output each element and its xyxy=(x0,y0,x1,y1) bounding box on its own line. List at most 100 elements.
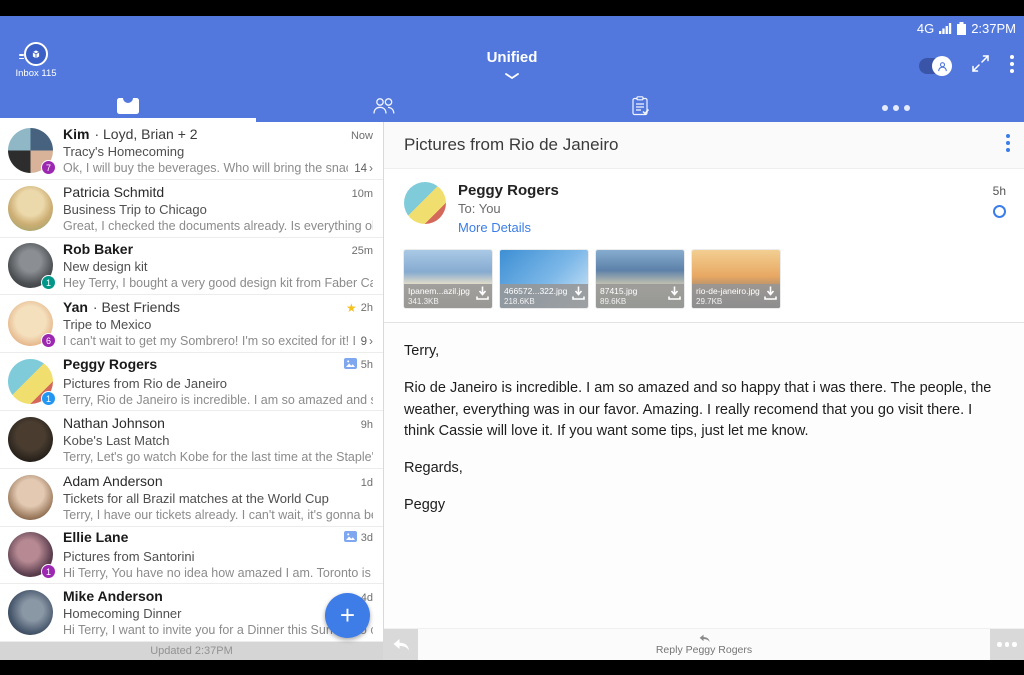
reading-subject-row: Pictures from Rio de Janeiro xyxy=(384,122,1024,169)
image-attachment-icon xyxy=(344,356,357,374)
top-bezel xyxy=(0,0,1024,16)
tab-bar xyxy=(0,94,1024,122)
attachments-row: Ipanem...azil.jpg341.3KB 466572...322.jp… xyxy=(384,244,1024,323)
mail-subject: New design kit xyxy=(63,259,373,274)
mail-preview: Hi Terry, You have no idea how amazed I … xyxy=(63,566,373,580)
unread-count-badge: 7 xyxy=(41,160,56,175)
body-paragraph: Peggy xyxy=(404,495,1000,517)
sender-name: Patricia Schmitd xyxy=(63,184,164,200)
mail-list-item[interactable]: 1 Rob Baker25m New design kit Hey Terry,… xyxy=(0,238,383,296)
reply-action[interactable]: Reply Peggy Rogers xyxy=(418,629,990,660)
more-details-link[interactable]: More Details xyxy=(458,220,993,235)
received-time: 25m xyxy=(352,245,373,257)
overflow-menu-icon[interactable] xyxy=(1010,55,1014,78)
tab-tasks[interactable] xyxy=(512,94,768,122)
mail-list-item[interactable]: 7 Kim · Loyd, Brian + 2 Now Tracy's Homeco… xyxy=(0,122,383,180)
expand-fullscreen-icon[interactable] xyxy=(971,54,990,78)
attachment-thumbnail[interactable]: rio-de-janeiro.jpg29.7KB xyxy=(692,250,780,308)
mail-list-item[interactable]: 6 Yan· Best Friends★2h Tripe to Mexico I… xyxy=(0,295,383,353)
reading-subject: Pictures from Rio de Janeiro xyxy=(404,135,1006,155)
contact-toggle-knob-icon xyxy=(932,56,952,76)
compose-button[interactable]: + xyxy=(325,593,370,638)
thread-count[interactable]: 14› xyxy=(354,161,373,175)
mail-preview: Ok, I will buy the beverages. Who will b… xyxy=(63,161,348,175)
updated-status: Updated 2:37PM xyxy=(0,642,383,660)
more-dots-icon xyxy=(997,642,1017,647)
mail-preview: Terry, I have our tickets already. I can… xyxy=(63,508,373,522)
reply-button[interactable] xyxy=(384,629,418,660)
mail-preview: Terry, Rio de Janeiro is incredible. I a… xyxy=(63,393,373,407)
download-icon[interactable] xyxy=(572,286,585,305)
tasks-icon xyxy=(632,96,649,121)
download-icon[interactable] xyxy=(668,286,681,305)
mail-preview: Hey Terry, I bought a very good design k… xyxy=(63,276,373,290)
thread-count[interactable]: 9› xyxy=(361,334,373,348)
mail-subject: Tripe to Mexico xyxy=(63,317,373,332)
avatar xyxy=(8,417,53,462)
avatar xyxy=(8,475,53,520)
received-time: 2h xyxy=(361,302,373,314)
mail-preview: Great, I checked the documents already. … xyxy=(63,219,373,233)
mail-list-item[interactable]: Nathan Johnson9h Kobe's Last Match Terry… xyxy=(0,411,383,469)
mail-subject: Tickets for all Brazil matches at the Wo… xyxy=(63,491,373,506)
mail-list-item[interactable]: 1 Ellie Lane3d Pictures from Santorini H… xyxy=(0,527,383,585)
clock-text: 2:37PM xyxy=(971,21,1016,36)
favorite-circle-icon[interactable] xyxy=(993,205,1006,218)
mail-subject: Pictures from Rio de Janeiro xyxy=(63,376,373,391)
battery-icon xyxy=(957,22,966,35)
mail-subject: Tracy's Homecoming xyxy=(63,144,373,159)
header-actions xyxy=(919,54,1014,78)
attachment-thumbnail[interactable]: 466572...322.jpg218.6KB xyxy=(500,250,588,308)
sender-name: Peggy Rogers xyxy=(458,182,993,199)
mail-subject: Kobe's Last Match xyxy=(63,433,373,448)
mail-list-item[interactable]: Adam Anderson1d Tickets for all Brazil m… xyxy=(0,469,383,527)
sender-extra: · Loyd, Brian + 2 xyxy=(94,126,345,142)
received-time: 10m xyxy=(352,188,373,200)
tab-contacts[interactable] xyxy=(256,94,512,122)
message-body: Terry, Rio de Janeiro is incredible. I a… xyxy=(384,323,1024,628)
download-icon[interactable] xyxy=(476,286,489,305)
received-time: 1d xyxy=(361,477,373,489)
sender-extra: · Best Friends xyxy=(93,299,340,315)
avatar xyxy=(8,186,53,231)
attachment-thumbnail[interactable]: 87415.jpg89.6KB xyxy=(596,250,684,308)
reply-label: Reply Peggy Rogers xyxy=(656,644,752,656)
attachment-name: rio-de-janeiro.jpg xyxy=(696,286,762,297)
email-app-screen: 4G 2:37PM Inbox 115 Unified xyxy=(0,0,1024,675)
bottom-bezel xyxy=(0,660,1024,675)
received-time: Now xyxy=(351,130,373,142)
tab-more[interactable] xyxy=(768,94,1024,122)
sender-card: Peggy Rogers To: You More Details 5h xyxy=(384,169,1024,244)
mail-subject: Business Trip to Chicago xyxy=(63,202,373,217)
mail-list-pane: 7 Kim · Loyd, Brian + 2 Now Tracy's Homeco… xyxy=(0,122,384,660)
unread-count-badge: 1 xyxy=(41,391,56,406)
mail-list-item[interactable]: Patricia Schmitd 10m Business Trip to Chi… xyxy=(0,180,383,238)
reply-arrow-icon xyxy=(392,638,410,652)
network-type: 4G xyxy=(917,21,934,36)
reply-arrow-icon xyxy=(698,634,711,643)
download-icon[interactable] xyxy=(764,286,777,305)
mail-preview: I can't wait to get my Sombrero! I'm so … xyxy=(63,334,355,348)
account-selector[interactable]: Unified xyxy=(0,49,1024,84)
attachment-name: Ipanem...azil.jpg xyxy=(408,286,474,297)
star-icon[interactable]: ★ xyxy=(346,302,357,314)
attachment-size: 89.6KB xyxy=(600,297,666,307)
attachment-size: 341.3KB xyxy=(408,297,474,307)
status-bar: 4G 2:37PM xyxy=(0,16,1024,40)
sender-avatar xyxy=(404,182,446,224)
message-time: 5h xyxy=(993,184,1006,198)
more-actions-button[interactable] xyxy=(990,629,1024,660)
mail-list-item-selected[interactable]: 1 Peggy Rogers5h Pictures from Rio de Ja… xyxy=(0,353,383,411)
message-menu-icon[interactable] xyxy=(1006,134,1010,157)
tab-mail[interactable] xyxy=(0,94,256,122)
plus-icon: + xyxy=(340,600,355,631)
sender-name: Nathan Johnson xyxy=(63,415,165,431)
sender-name: Rob Baker xyxy=(63,241,133,257)
attachment-name: 87415.jpg xyxy=(600,286,666,297)
thread-chevron-icon: › xyxy=(369,161,373,175)
contact-view-toggle[interactable] xyxy=(919,58,951,74)
thread-chevron-icon: › xyxy=(369,334,373,348)
sender-name: Kim xyxy=(63,126,89,142)
more-circles-icon xyxy=(882,105,910,111)
attachment-thumbnail[interactable]: Ipanem...azil.jpg341.3KB xyxy=(404,250,492,308)
